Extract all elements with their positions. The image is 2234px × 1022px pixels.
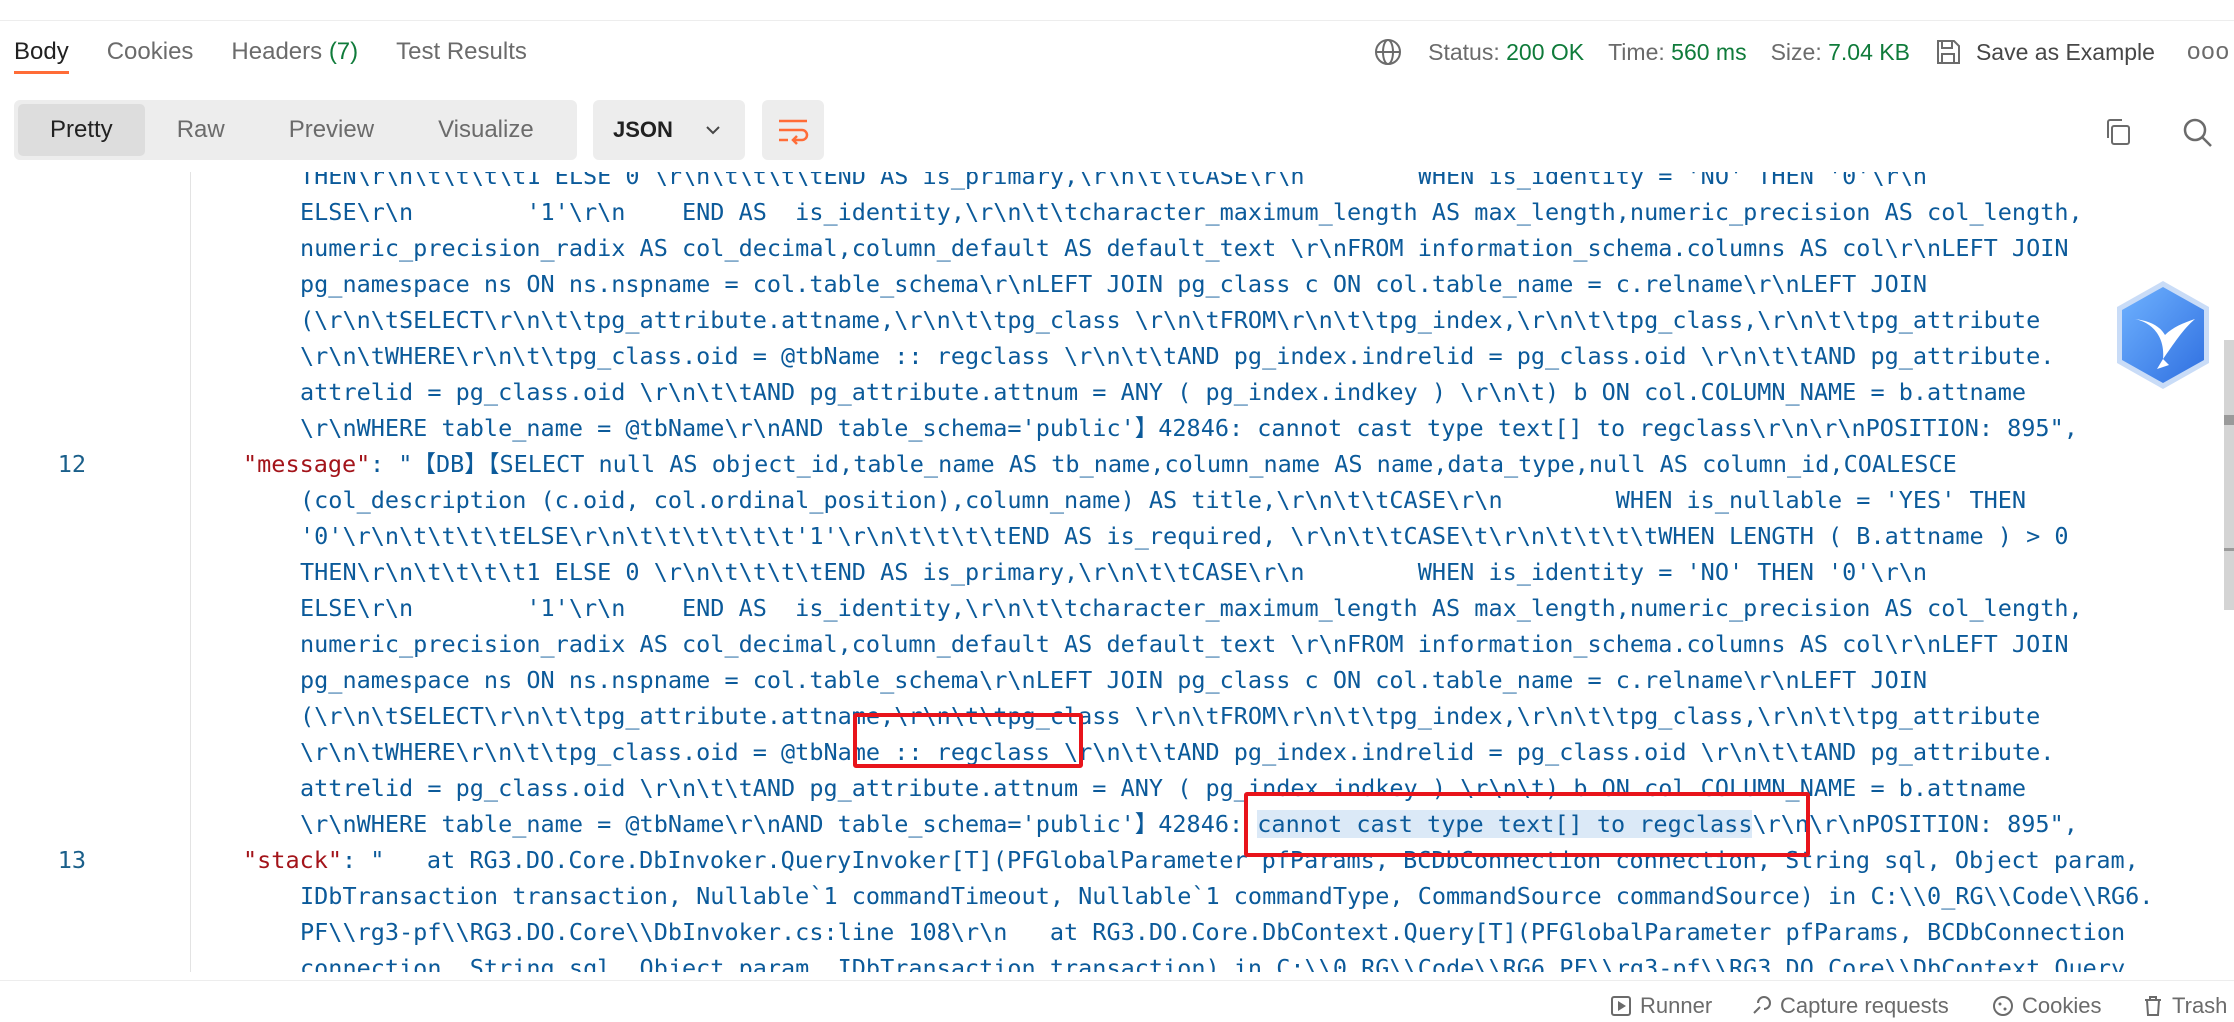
code-line: PF\\rg3-pf\\RG3.DO.Core\\DbInvoker.cs:li… <box>300 918 2126 946</box>
code-line: numeric_precision_radix AS col_decimal,c… <box>300 234 2069 262</box>
time-value: 560 ms <box>1671 38 1747 65</box>
tab-test-results[interactable]: Test Results <box>396 34 527 74</box>
code-line: connection, String sql, Object param, ID… <box>300 954 2126 972</box>
copy-icon[interactable] <box>2103 117 2133 147</box>
indent-guide <box>190 172 191 972</box>
code-line: THEN\r\n\t\t\t\t1 ELSE 0 \r\n\t\t\t\tEND… <box>300 172 1928 190</box>
cookie-icon <box>1993 996 2013 1016</box>
code-line: numeric_precision_radix AS col_decimal,c… <box>300 630 2069 658</box>
more-options-icon[interactable]: ooo <box>2187 38 2230 66</box>
view-visualize-button[interactable]: Visualize <box>406 104 566 156</box>
capture-requests-button[interactable]: Capture requests <box>1750 993 1949 1019</box>
line-number: 12 <box>57 450 86 478</box>
wrap-lines-icon <box>779 119 809 145</box>
view-pretty-button[interactable]: Pretty <box>18 104 145 156</box>
code-line: (\r\n\tSELECT\r\n\t\tpg_attribute.attnam… <box>300 306 2041 334</box>
code-line: \r\n\tWHERE\r\n\t\tpg_class.oid = @tbNam… <box>300 738 2055 766</box>
capture-icon <box>1753 996 1771 1014</box>
time-label: Time: <box>1608 38 1665 65</box>
tab-test-results-label: Test Results <box>396 38 527 65</box>
annotation-box-error <box>1244 792 1810 857</box>
response-meta: Status: 200 OK Time: 560 ms Size: 7.04 K… <box>1374 34 2234 70</box>
tab-cookies-label: Cookies <box>106 38 194 65</box>
scrollbar[interactable] <box>2224 340 2234 610</box>
runner-button[interactable]: Runner <box>1610 993 1712 1019</box>
bird-logo-icon[interactable] <box>2113 279 2213 391</box>
code-text: \r\nWHERE table_name = @tbName\r\nAND ta… <box>300 810 1258 838</box>
cookies-label: Cookies <box>2022 993 2102 1018</box>
wrap-lines-button[interactable] <box>762 100 824 160</box>
format-value: JSON <box>613 117 673 142</box>
status-label: Status: <box>1428 38 1500 65</box>
code-line: '0'\r\n\t\t\t\tELSE\r\n\t\t\t\t\t\t'1'\r… <box>300 522 2069 550</box>
scrollbar-marker <box>2224 415 2234 425</box>
status-meta[interactable]: Status: 200 OK <box>1428 39 1584 66</box>
status-bar: Runner Capture requests Cookies Trash <box>0 980 2234 1022</box>
format-select[interactable]: JSON <box>593 100 745 160</box>
view-preview-button[interactable]: Preview <box>257 104 406 156</box>
tab-cookies[interactable]: Cookies <box>107 34 194 74</box>
code-line: : " at RG3.DO.Core.DbInvoker.QueryInvoke… <box>342 846 2139 874</box>
scrollbar-marker <box>2224 548 2234 551</box>
code-line: \r\n\tWHERE\r\n\t\tpg_class.oid = @tbNam… <box>300 342 2055 370</box>
code-line-selected: \r\nWHERE table_name = @tbName\r\nAND ta… <box>300 806 2078 842</box>
status-value: 200 OK <box>1506 38 1585 65</box>
runner-icon <box>1611 996 1631 1016</box>
trash-icon <box>2145 996 2161 1016</box>
code-line: pg_namespace ns ON ns.nspname = col.tabl… <box>300 666 1928 694</box>
tab-headers-label: Headers <box>231 38 323 65</box>
view-raw-button[interactable]: Raw <box>145 104 257 156</box>
trash-label: Trash <box>2172 993 2228 1018</box>
code-line: (\r\n\tSELECT\r\n\t\tpg_attribute.attnam… <box>300 702 2041 730</box>
code-line: attrelid = pg_class.oid \r\n\t\tAND pg_a… <box>300 378 2027 406</box>
code-line: ELSE\r\n '1'\r\n END AS is_identity,\r\n… <box>300 198 2083 226</box>
runner-label: Runner <box>1640 993 1713 1018</box>
capture-requests-label: Capture requests <box>1780 993 1949 1018</box>
tab-headers[interactable]: Headers (7) <box>231 34 358 74</box>
code-line: : "【DB】【SELECT null AS object_id,table_n… <box>370 450 1957 478</box>
size-meta[interactable]: Size: 7.04 KB <box>1771 39 1910 66</box>
code-line: IDbTransaction transaction, Nullable`1 c… <box>300 882 2154 910</box>
chevron-down-icon <box>706 126 720 135</box>
code-line: \r\nWHERE table_name = @tbName\r\nAND ta… <box>300 414 2078 442</box>
tab-body-label: Body <box>14 38 69 65</box>
size-value: 7.04 KB <box>1828 38 1910 65</box>
headers-count-badge: (7) <box>328 38 359 65</box>
save-icon[interactable] <box>1934 38 1962 66</box>
annotation-box-regclass <box>853 713 1083 768</box>
save-as-example-button[interactable]: Save as Example <box>1976 39 2155 66</box>
search-icon[interactable] <box>2181 116 2213 148</box>
view-mode-switcher: Pretty Raw Preview Visualize <box>14 100 577 160</box>
line-number: 13 <box>57 846 86 874</box>
time-meta[interactable]: Time: 560 ms <box>1608 39 1746 66</box>
top-divider <box>0 0 2234 21</box>
json-key-message: "message" <box>243 450 371 478</box>
tab-body[interactable]: Body <box>14 34 69 74</box>
code-line: ELSE\r\n '1'\r\n END AS is_identity,\r\n… <box>300 594 2083 622</box>
response-body-viewer[interactable]: THEN\r\n\t\t\t\t1 ELSE 0 \r\n\t\t\t\tEND… <box>0 172 2234 972</box>
json-key-stack: "stack" <box>243 846 343 874</box>
response-tabs: Body Cookies Headers (7) Test Results <box>14 34 565 74</box>
code-line: THEN\r\n\t\t\t\t1 ELSE 0 \r\n\t\t\t\tEND… <box>300 558 1928 586</box>
trash-button[interactable]: Trash <box>2142 993 2227 1019</box>
cookies-button[interactable]: Cookies <box>1992 993 2101 1019</box>
size-label: Size: <box>1770 38 1822 65</box>
code-line: pg_namespace ns ON ns.nspname = col.tabl… <box>300 270 1928 298</box>
globe-icon[interactable] <box>1374 38 1402 66</box>
code-line: (col_description (c.oid, col.ordinal_pos… <box>300 486 2027 514</box>
